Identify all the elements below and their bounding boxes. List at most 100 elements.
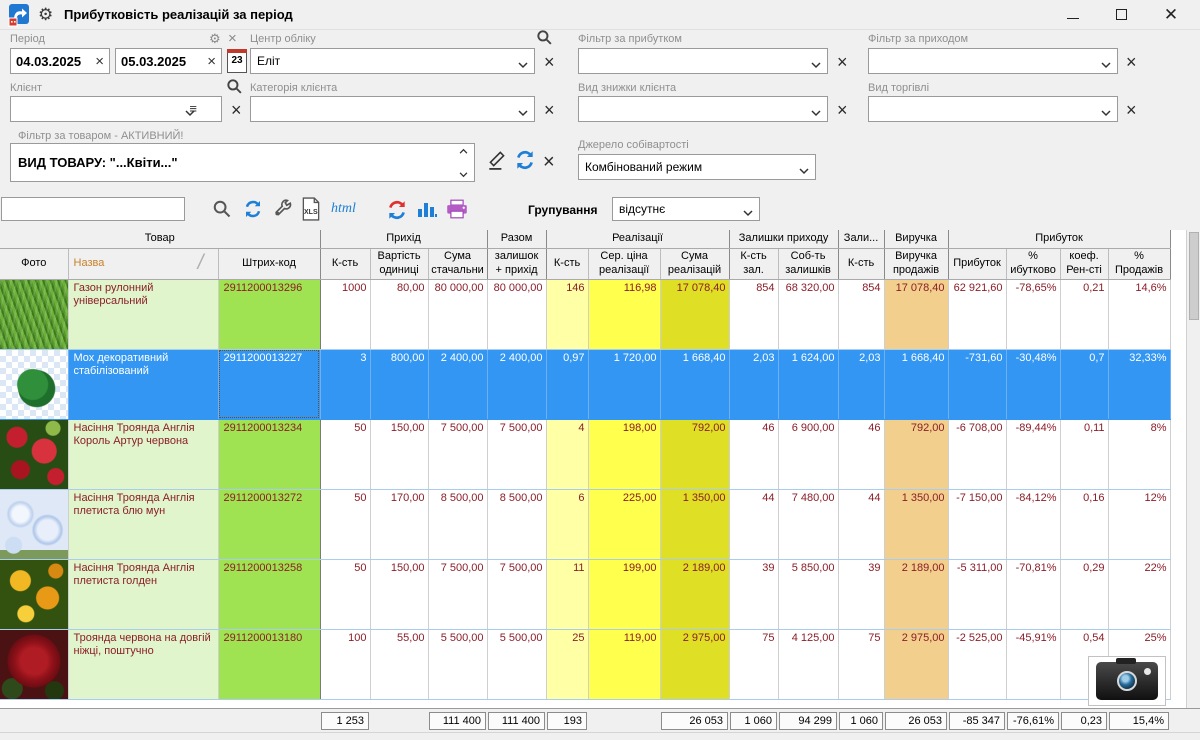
group-header[interactable]: Залишки приходу [729,230,838,248]
product-filter-clear-icon[interactable]: × [543,152,555,172]
cell-sales-pct[interactable]: 8% [1108,419,1170,489]
period-clear-icon[interactable]: × [228,31,237,46]
column-header-sum-in[interactable]: Сума стачальни [428,248,487,279]
scrollbar-thumb[interactable] [1189,232,1199,320]
group-header[interactable]: Зали... [838,230,884,248]
cell-rem-plus-in[interactable]: 7 500,00 [487,419,546,489]
cell-profit-pct[interactable]: -70,81% [1006,559,1060,629]
client-combobox[interactable]: ≡ [10,96,222,122]
column-header-rem-plus-in[interactable]: залишок + прихід [487,248,546,279]
cell-sales-pct[interactable]: 14,6% [1108,279,1170,349]
cell-sum-sold[interactable]: 792,00 [660,419,729,489]
cell-qty-rem2[interactable]: 39 [838,559,884,629]
discount-type-clear-icon[interactable]: × [837,101,848,119]
cell-sales-pct[interactable]: 32,33% [1108,349,1170,419]
cell-unit-cost[interactable]: 800,00 [370,349,428,419]
group-header[interactable]: Прибуток [948,230,1170,248]
cell-profit-pct[interactable]: -45,91% [1006,629,1060,699]
calendar-button[interactable]: 23 [227,49,247,73]
cell-sum-sold[interactable]: 1 350,00 [660,489,729,559]
cell-qty-sold[interactable]: 6 [546,489,588,559]
cell-rent-coef[interactable]: 0,21 [1060,279,1108,349]
cell-revenue[interactable]: 1 668,40 [884,349,948,419]
table-row[interactable]: Насіння Троянда Англія плетиста голден29… [0,559,1170,629]
cell-qty-rem[interactable]: 2,03 [729,349,778,419]
cell-rent-coef[interactable]: 0,7 [1060,349,1108,419]
cell-unit-cost[interactable]: 80,00 [370,279,428,349]
cell-barcode[interactable]: 2911200013180 [218,629,320,699]
column-header-qty-in[interactable]: К-сть [320,248,370,279]
cell-unit-cost[interactable]: 170,00 [370,489,428,559]
cell-name[interactable]: Мох декоративний стабілізований [68,349,218,419]
cell-photo[interactable] [0,489,68,559]
cell-profit[interactable]: -5 311,00 [948,559,1006,629]
cell-qty-rem2[interactable]: 2,03 [838,349,884,419]
cell-barcode[interactable]: 2911200013272 [218,489,320,559]
table-row[interactable]: Мох декоративний стабілізований291120001… [0,349,1170,419]
cell-profit[interactable]: -731,60 [948,349,1006,419]
cell-qty-rem[interactable]: 75 [729,629,778,699]
spinner[interactable] [456,148,470,178]
cell-profit[interactable]: 62 921,60 [948,279,1006,349]
settings-gear-icon[interactable]: ⚙ [38,3,53,27]
column-header-avg-price[interactable]: Сер. ціна реалізації [588,248,660,279]
camera-button[interactable] [1088,656,1166,706]
cell-qty-rem2[interactable]: 854 [838,279,884,349]
cell-avg-price[interactable]: 198,00 [588,419,660,489]
cell-rent-coef[interactable]: 0,16 [1060,489,1108,559]
trade-type-combobox[interactable] [868,96,1118,122]
cell-rem-plus-in[interactable]: 80 000,00 [487,279,546,349]
column-header-barcode[interactable]: Штрих-код [218,248,320,279]
cell-photo[interactable] [0,419,68,489]
cell-qty-sold[interactable]: 146 [546,279,588,349]
cell-cost-rem[interactable]: 7 480,00 [778,489,838,559]
cell-rent-coef[interactable]: 0,11 [1060,419,1108,489]
product-filter-field[interactable]: ВИД ТОВАРУ: "...Квіти..." [10,143,475,182]
client-category-combobox[interactable] [250,96,535,122]
cell-avg-price[interactable]: 116,98 [588,279,660,349]
column-header-qty-rem2[interactable]: К-сть [838,248,884,279]
cell-name[interactable]: Насіння Троянда Англія Король Артур черв… [68,419,218,489]
cell-qty-in[interactable]: 1000 [320,279,370,349]
center-clear-icon[interactable]: × [544,53,555,71]
cell-qty-sold[interactable]: 4 [546,419,588,489]
column-header-photo[interactable]: Фото [0,248,68,279]
cell-cost-rem[interactable]: 68 320,00 [778,279,838,349]
cell-qty-in[interactable]: 3 [320,349,370,419]
cell-revenue[interactable]: 1 350,00 [884,489,948,559]
group-header[interactable]: Товар [0,230,320,248]
period-from-clear-icon[interactable]: × [95,54,104,69]
cell-rem-plus-in[interactable]: 8 500,00 [487,489,546,559]
group-header[interactable]: Реалізації [546,230,729,248]
cell-name[interactable]: Троянда червона на довгій ніжці, поштучн… [68,629,218,699]
cell-qty-rem2[interactable]: 75 [838,629,884,699]
cell-barcode[interactable]: 2911200013296 [218,279,320,349]
profit-filter-clear-icon[interactable]: × [837,53,848,71]
cell-sum-sold[interactable]: 2 975,00 [660,629,729,699]
column-header-rent-coef[interactable]: коеф. Рен-сті [1060,248,1108,279]
cell-name[interactable]: Газон рулонний універсальний [68,279,218,349]
group-header[interactable]: Виручка [884,230,948,248]
cell-sum-sold[interactable]: 2 189,00 [660,559,729,629]
vertical-scrollbar[interactable] [1186,230,1200,708]
cell-cost-rem[interactable]: 6 900,00 [778,419,838,489]
cell-profit-pct[interactable]: -89,44% [1006,419,1060,489]
cell-qty-rem[interactable]: 39 [729,559,778,629]
cell-avg-price[interactable]: 225,00 [588,489,660,559]
cell-photo[interactable] [0,279,68,349]
cell-profit[interactable]: -2 525,00 [948,629,1006,699]
cell-qty-rem2[interactable]: 46 [838,419,884,489]
edit-pencil-icon[interactable] [486,148,508,175]
group-header[interactable]: Прихід [320,230,487,248]
cell-qty-rem2[interactable]: 44 [838,489,884,559]
cell-avg-price[interactable]: 119,00 [588,629,660,699]
cell-cost-rem[interactable]: 4 125,00 [778,629,838,699]
column-header-cost-rem[interactable]: Соб-ть залишків [778,248,838,279]
html-icon[interactable]: html [331,201,356,217]
cell-qty-rem[interactable]: 46 [729,419,778,489]
cell-barcode[interactable]: 2911200013234 [218,419,320,489]
cell-revenue[interactable]: 17 078,40 [884,279,948,349]
cell-profit-pct[interactable]: -78,65% [1006,279,1060,349]
period-gear-icon[interactable]: ⚙ [209,32,221,45]
column-header-profit[interactable]: Прибуток [948,248,1006,279]
